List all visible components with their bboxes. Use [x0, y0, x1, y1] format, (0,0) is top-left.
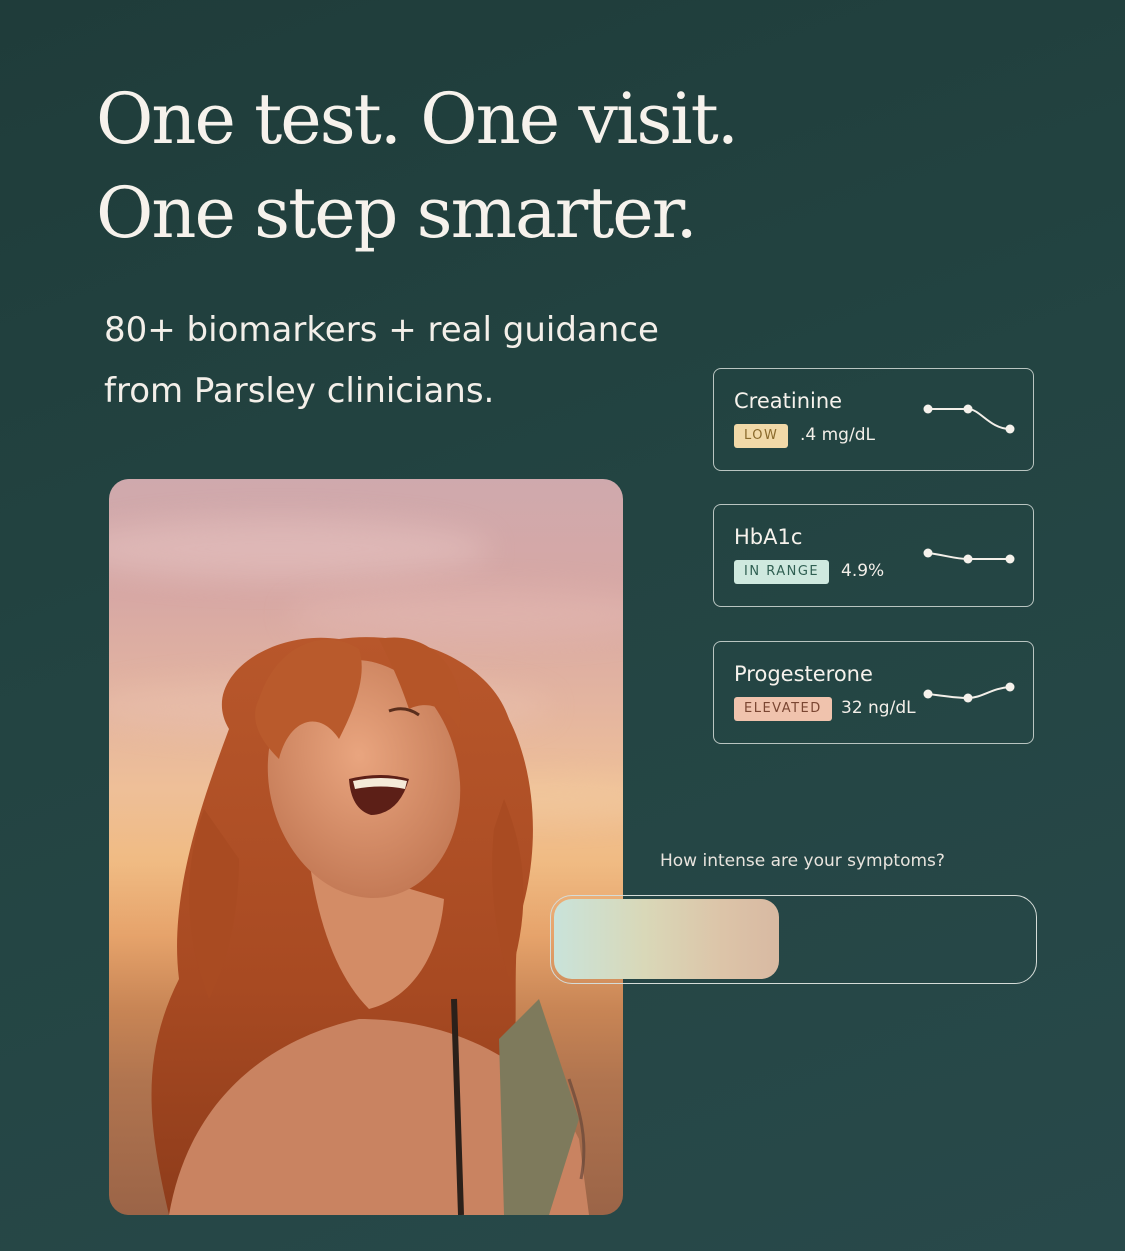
biomarker-value: .4 mg/dL	[800, 425, 875, 445]
biomarker-card-hba1c[interactable]: HbA1c IN RANGE 4.9%	[713, 504, 1034, 607]
biomarker-value: 4.9%	[841, 561, 885, 581]
headline-line-1: One test. One visit.	[96, 78, 739, 160]
biomarker-name: Progesterone	[734, 662, 873, 686]
subheadline: 80+ biomarkers + real guidance from Pars…	[104, 300, 704, 422]
status-badge: IN RANGE	[734, 560, 830, 584]
symptom-question: How intense are your symptoms?	[660, 851, 945, 871]
subheadline-line-2: from Parsley clinicians.	[104, 371, 495, 411]
biomarker-name: HbA1c	[734, 525, 803, 549]
biomarker-card-progesterone[interactable]: Progesterone ELEVATED 32 ng/dL	[713, 641, 1034, 744]
slider-fill	[554, 899, 779, 979]
status-badge: LOW	[734, 424, 789, 448]
biomarker-name: Creatinine	[734, 389, 843, 413]
trend-flat-sparkline-icon	[923, 548, 1015, 564]
woman-laughing-photo	[109, 479, 623, 1215]
trend-up-sparkline-icon	[923, 682, 1015, 703]
biomarker-value: 32 ng/dL	[841, 698, 916, 718]
biomarker-card-creatinine[interactable]: Creatinine LOW .4 mg/dL	[713, 368, 1034, 471]
status-badge: ELEVATED	[734, 697, 832, 721]
headline: One test. One visit. One step smarter.	[96, 72, 816, 260]
headline-line-2: One step smarter.	[96, 172, 698, 254]
trend-down-sparkline-icon	[923, 404, 1015, 434]
subheadline-line-1: 80+ biomarkers + real guidance	[104, 310, 659, 350]
portrait-illustration	[151, 637, 589, 1215]
symptom-intensity-slider[interactable]	[550, 895, 1037, 984]
